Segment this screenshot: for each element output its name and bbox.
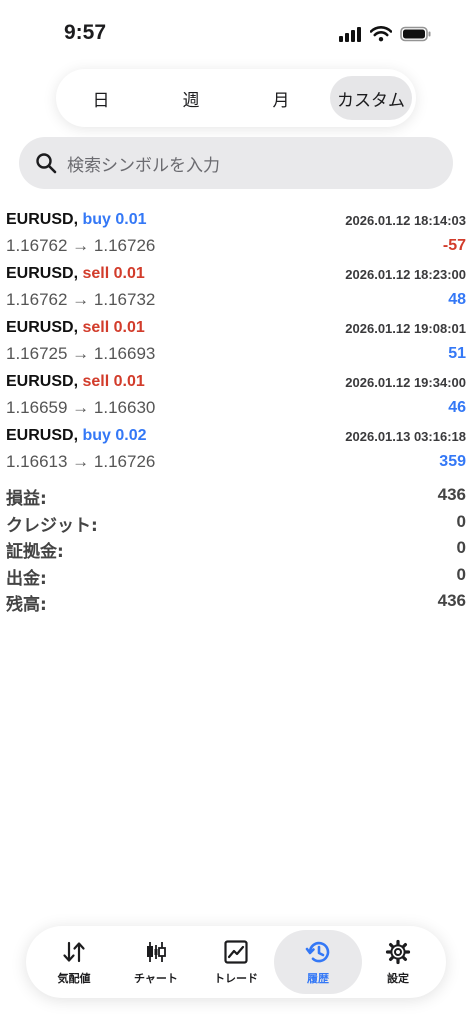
trade-time: 2026.01.12 18:14:03 xyxy=(345,213,466,228)
search-placeholder: 検索シンボルを入力 xyxy=(67,155,220,176)
search-icon xyxy=(36,153,57,174)
period-tab-week[interactable]: 週 xyxy=(150,76,232,120)
trade-row[interactable]: EURUSD, buy 0.02 2026.01.13 03:16:18 1.1… xyxy=(0,424,472,478)
trade-side: sell 0.01 xyxy=(82,319,145,336)
trade-profit: -57 xyxy=(442,237,466,254)
summary-value: 436 xyxy=(437,485,466,504)
history-clock-icon xyxy=(305,941,330,962)
period-tab-custom[interactable]: カスタム xyxy=(330,76,412,120)
trade-side: buy 0.02 xyxy=(82,427,147,444)
status-icons xyxy=(338,26,432,42)
tab-quotes[interactable]: 気配値 xyxy=(30,930,118,994)
trade-symbol: EURUSD, xyxy=(6,373,79,390)
trade-profit: 359 xyxy=(439,453,466,470)
trade-time: 2026.01.13 03:16:18 xyxy=(345,429,466,444)
tab-label: 気配値 xyxy=(57,971,91,985)
trade-row[interactable]: EURUSD, sell 0.01 2026.01.12 19:08:01 1.… xyxy=(0,316,472,370)
account-summary: 損益: 436 クレジット: 0 証拠金: 0 出金: 0 残高: 436 xyxy=(0,484,472,617)
trade-title: EURUSD, sell 0.01 xyxy=(6,319,145,337)
summary-label: 損益: xyxy=(6,489,47,509)
trade-history-list: EURUSD, buy 0.01 2026.01.12 18:14:03 1.1… xyxy=(0,208,472,478)
tab-settings[interactable]: 設定 xyxy=(354,930,442,994)
summary-value: 0 xyxy=(456,564,466,584)
trade-title: EURUSD, buy 0.02 xyxy=(6,427,147,445)
period-segmented-control: 日 週 月 カスタム xyxy=(56,69,416,127)
summary-row-credit: クレジット: 0 xyxy=(0,511,472,538)
tab-label: 履歴 xyxy=(307,971,329,985)
candlestick-icon xyxy=(147,941,166,962)
trade-side: sell 0.01 xyxy=(82,373,145,390)
summary-value: 0 xyxy=(456,511,466,531)
summary-row-margin: 証拠金: 0 xyxy=(0,537,472,564)
summary-row-balance: 残高: 436 xyxy=(0,590,472,617)
tab-label: トレード xyxy=(214,971,258,985)
trade-profit: 48 xyxy=(448,291,466,308)
summary-label: 出金: xyxy=(6,568,47,589)
tab-label: 設定 xyxy=(387,971,409,985)
search-input[interactable]: 検索シンボルを入力 xyxy=(19,137,453,189)
trade-time: 2026.01.12 19:08:01 xyxy=(345,321,466,336)
trade-symbol: EURUSD, xyxy=(6,427,79,444)
battery-icon xyxy=(400,26,431,42)
bottom-tab-bar: 気配値 チャート トレード 履歴 設定 xyxy=(26,926,446,998)
wifi-icon xyxy=(370,26,392,42)
history-screen: 9:57 日 週 月 カスタム 検索シンボルを入力 EURUSD, buy 0.… xyxy=(0,0,472,1024)
trade-chart-icon xyxy=(224,939,248,964)
trade-title: EURUSD, buy 0.01 xyxy=(6,211,147,229)
summary-row-profit: 損益: 436 xyxy=(0,484,472,511)
tab-history[interactable]: 履歴 xyxy=(274,930,362,994)
summary-label: クレジット: xyxy=(6,515,98,536)
tab-label: チャート xyxy=(134,971,178,985)
period-tab-month[interactable]: 月 xyxy=(240,76,322,120)
trade-prices: 1.16762 → 1.16732 xyxy=(6,290,156,309)
trade-prices: 1.16613 → 1.16726 xyxy=(6,452,156,471)
status-time: 9:57 xyxy=(64,21,107,44)
period-tab-day[interactable]: 日 xyxy=(60,76,142,120)
gear-icon xyxy=(385,939,411,964)
trade-symbol: EURUSD, xyxy=(6,211,79,228)
summary-label: 証拠金: xyxy=(6,542,64,562)
tab-trade[interactable]: トレード xyxy=(192,930,280,994)
trade-prices: 1.16659 → 1.16630 xyxy=(6,398,156,417)
trade-time: 2026.01.12 19:34:00 xyxy=(345,375,466,390)
trade-side: buy 0.01 xyxy=(82,211,147,228)
trade-profit: 51 xyxy=(448,345,466,362)
status-bar: 9:57 xyxy=(0,0,472,70)
trade-profit: 46 xyxy=(448,399,466,416)
trade-time: 2026.01.12 18:23:00 xyxy=(345,267,466,282)
summary-value: 0 xyxy=(456,538,466,557)
summary-row-withdrawal: 出金: 0 xyxy=(0,564,472,591)
trade-prices: 1.16725 → 1.16693 xyxy=(6,344,156,363)
tab-chart[interactable]: チャート xyxy=(112,930,200,994)
trade-symbol: EURUSD, xyxy=(6,319,79,336)
trade-row[interactable]: EURUSD, sell 0.01 2026.01.12 18:23:00 1.… xyxy=(0,262,472,316)
trade-row[interactable]: EURUSD, sell 0.01 2026.01.12 19:34:00 1.… xyxy=(0,370,472,424)
trade-title: EURUSD, sell 0.01 xyxy=(6,373,145,391)
trade-title: EURUSD, sell 0.01 xyxy=(6,265,145,283)
cellular-signal-icon xyxy=(339,27,361,42)
summary-value: 436 xyxy=(437,591,466,610)
trade-row[interactable]: EURUSD, buy 0.01 2026.01.12 18:14:03 1.1… xyxy=(0,208,472,262)
trade-prices: 1.16762 → 1.16726 xyxy=(6,236,156,255)
trade-side: sell 0.01 xyxy=(82,265,145,282)
quotes-arrows-icon xyxy=(63,941,85,962)
trade-symbol: EURUSD, xyxy=(6,265,79,282)
summary-label: 残高: xyxy=(6,595,47,615)
